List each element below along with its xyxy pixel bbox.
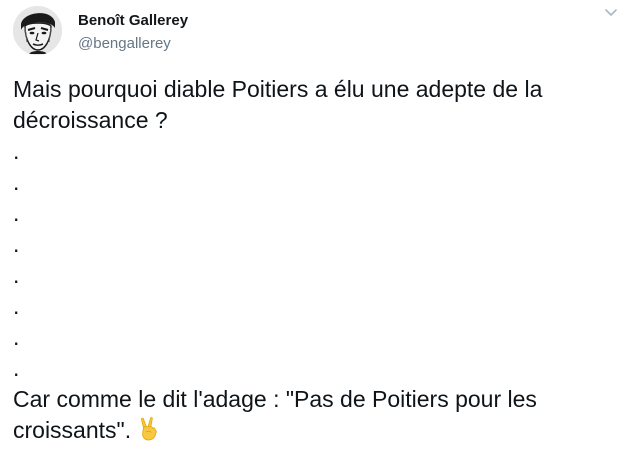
tweet-footer-clipped [13, 444, 93, 450]
tweet-text-line-last: croissants". [13, 415, 613, 450]
tweet-card: Benoît Gallerey @bengallerey Mais pourqu… [0, 0, 619, 450]
author-handle[interactable]: @bengallerey [78, 35, 188, 53]
victory-hand-icon [137, 416, 161, 450]
chevron-down-icon [605, 9, 617, 16]
tweet-text: Mais pourquoi diable Poitiers a élu une … [13, 74, 613, 450]
avatar[interactable] [13, 6, 62, 55]
tweet-dot: . [13, 138, 20, 164]
tweet-dot: . [13, 355, 20, 381]
tweet-dot: . [13, 169, 20, 195]
tweet-dot: . [13, 200, 20, 226]
author-block[interactable]: Benoît Gallerey @bengallerey [78, 12, 188, 53]
avatar-portrait-icon [13, 6, 62, 55]
tweet-dot: . [13, 231, 20, 257]
tweet-text-fragment: croissants". [13, 417, 132, 443]
author-display-name[interactable]: Benoît Gallerey [78, 12, 188, 30]
tweet-text-line: Car comme le dit l'adage : "Pas de Poiti… [13, 386, 537, 412]
tweet-dot: . [13, 262, 20, 288]
tweet-dot: . [13, 293, 20, 319]
tweet-menu-button[interactable] [603, 4, 619, 20]
tweet-text-line: Mais pourquoi diable Poitiers a élu une … [13, 76, 543, 102]
tweet-text-line: décroissance ? [13, 107, 168, 133]
tweet-dot: . [13, 324, 20, 350]
